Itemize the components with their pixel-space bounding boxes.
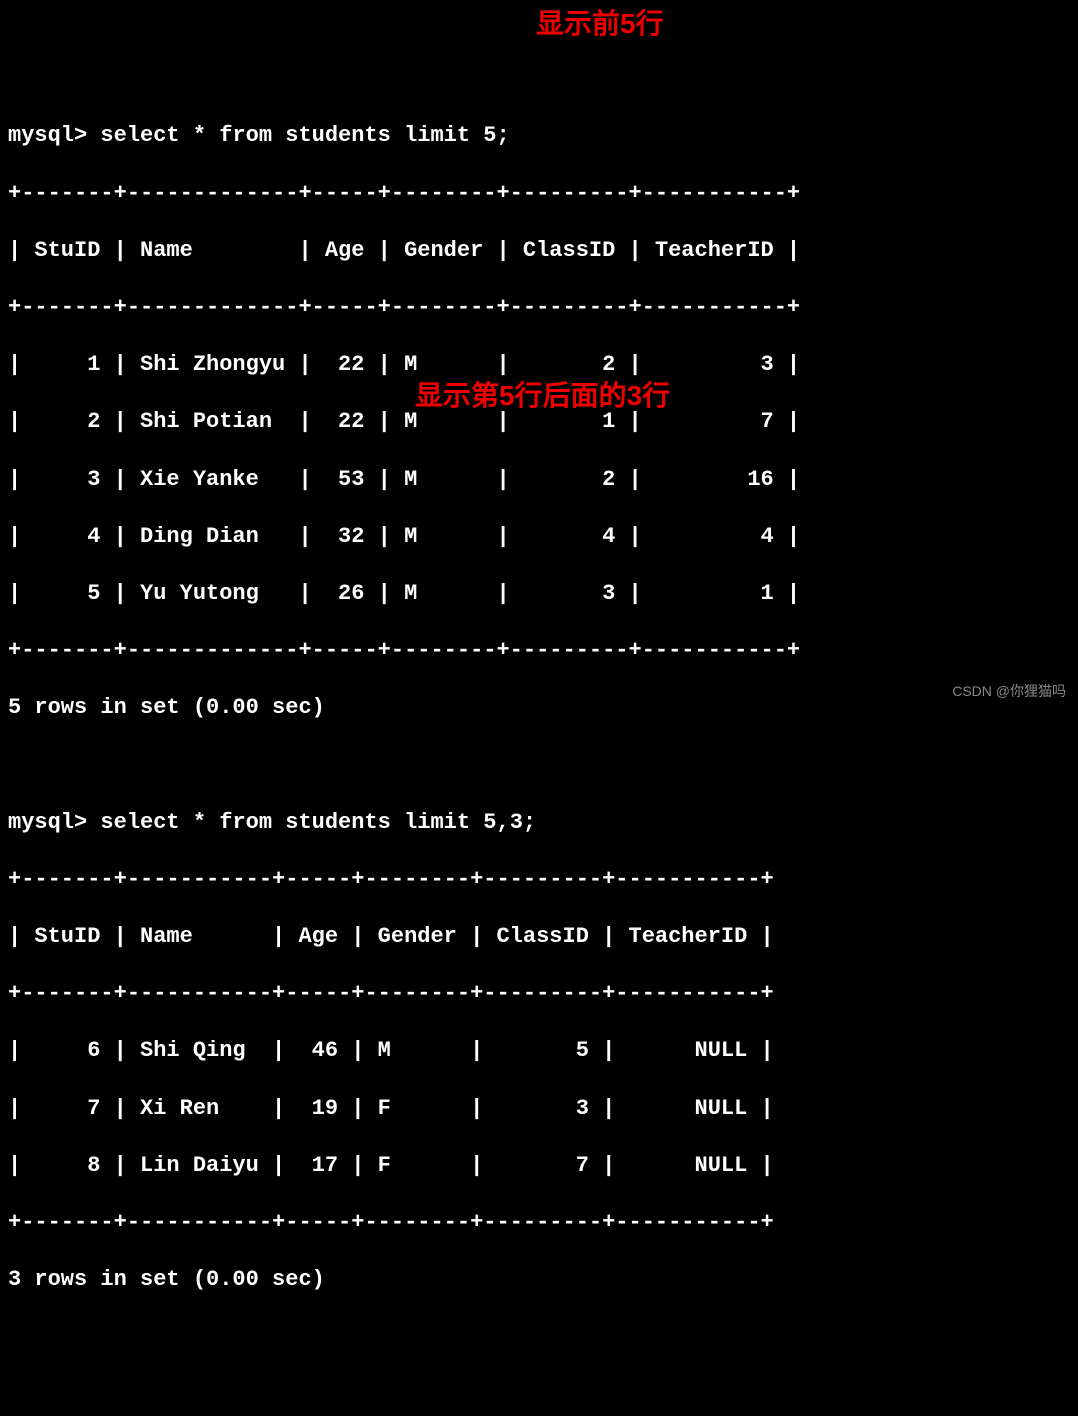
table1-row: | 4 | Ding Dian | 32 | M | 4 | 4 | xyxy=(8,523,1070,552)
table1-row: | 5 | Yu Yutong | 26 | M | 3 | 1 | xyxy=(8,580,1070,609)
mysql-prompt: mysql> xyxy=(8,123,100,148)
table1-header: | StuID | Name | Age | Gender | ClassID … xyxy=(8,237,1070,266)
result-msg-1: 5 rows in set (0.00 sec) xyxy=(8,694,1070,723)
table2-row: | 7 | Xi Ren | 19 | F | 3 | NULL | xyxy=(8,1095,1070,1124)
sql-query-2: select * from students limit 5,3; xyxy=(100,810,536,835)
table2-row: | 8 | Lin Daiyu | 17 | F | 7 | NULL | xyxy=(8,1152,1070,1181)
sql-query-1: select * from students limit 5; xyxy=(100,123,509,148)
table1-border-mid: +-------+-------------+-----+--------+--… xyxy=(8,294,1070,323)
result-msg-2: 3 rows in set (0.00 sec) xyxy=(8,1266,1070,1295)
table1-border-top: +-------+-------------+-----+--------+--… xyxy=(8,180,1070,209)
table1-border-bot: +-------+-------------+-----+--------+--… xyxy=(8,637,1070,666)
table1-row: | 3 | Xie Yanke | 53 | M | 2 | 16 | xyxy=(8,466,1070,495)
mysql-prompt: mysql> xyxy=(8,810,100,835)
table2-border-top: +-------+-----------+-----+--------+----… xyxy=(8,866,1070,895)
annotation-2: 显示第5行后面的3行 xyxy=(415,378,670,414)
table2-border-bot: +-------+-----------+-----+--------+----… xyxy=(8,1209,1070,1238)
query2-prompt-line: mysql> select * from students limit 5,3; xyxy=(8,809,1070,838)
table1-row: | 1 | Shi Zhongyu | 22 | M | 2 | 3 | xyxy=(8,351,1070,380)
query1-prompt-line: mysql> select * from students limit 5; xyxy=(8,122,1070,151)
table2-header: | StuID | Name | Age | Gender | ClassID … xyxy=(8,923,1070,952)
table2-border-mid: +-------+-----------+-----+--------+----… xyxy=(8,980,1070,1009)
blank-line xyxy=(8,751,1070,780)
watermark: CSDN @你狸猫吗 xyxy=(952,682,1066,700)
table2-row: | 6 | Shi Qing | 46 | M | 5 | NULL | xyxy=(8,1037,1070,1066)
annotation-1: 显示前5行 xyxy=(536,6,664,42)
